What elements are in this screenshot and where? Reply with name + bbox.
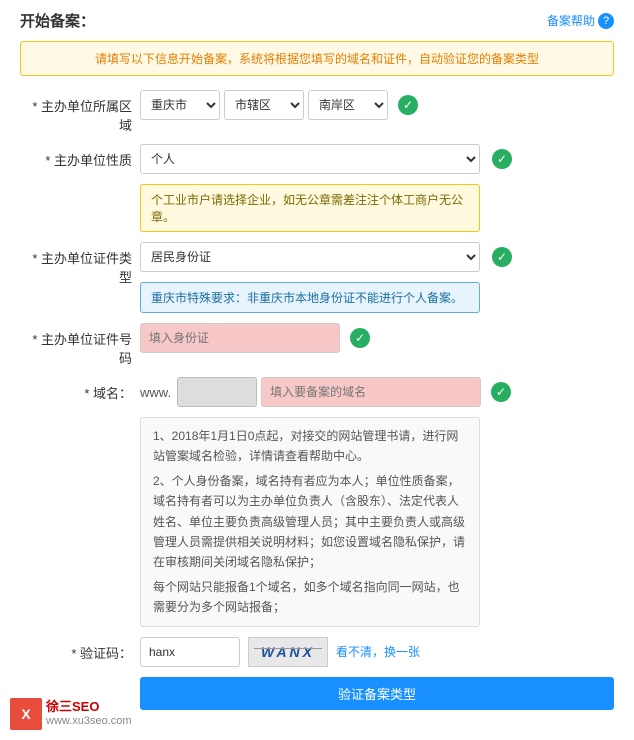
- warning-banner: 请填写以下信息开始备案，系统将根据您填写的域名和证件，自动验证您的备案类型: [20, 41, 614, 76]
- id-type-controls: 居民身份证 ✓ 重庆市特殊要求：非重庆市本地身份证不能进行个人备案。: [140, 242, 614, 313]
- region-check-icon: ✓: [398, 95, 418, 115]
- org-type-select[interactable]: 个人: [140, 144, 480, 174]
- id-number-controls: ✓: [140, 323, 614, 353]
- region-city-select[interactable]: 重庆市: [140, 90, 220, 120]
- page-title: 开始备案：: [20, 10, 95, 31]
- captcha-controls: WANX 看不清，换一张 验证备案类型: [140, 637, 614, 710]
- region-district-type-select[interactable]: 市辖区: [224, 90, 304, 120]
- domain-www-prefix: www.: [140, 385, 171, 400]
- captcha-input-row: WANX 看不清，换一张: [140, 637, 614, 667]
- org-type-controls: 个人 ✓ 个工业市户请选择企业，如无公章需差注注个体工商户无公章。: [140, 144, 614, 232]
- submit-button[interactable]: 验证备案类型: [140, 677, 614, 710]
- domain-row: * 域名： www. ✓ 1、2018年1月1日0点起，对接交的网站管理书请，进…: [20, 377, 614, 627]
- captcha-display: WANX: [261, 644, 315, 660]
- help-link-text: 备案帮助: [547, 12, 595, 29]
- brand-logo-x: X: [10, 698, 42, 730]
- domain-note-1: 1、2018年1月1日0点起，对接交的网站管理书请，进行网站管案域名检验，详情请…: [153, 426, 467, 467]
- org-type-row: * 主办单位性质 个人 ✓ 个工业市户请选择企业，如无公章需差注注个体工商户无公…: [20, 144, 614, 232]
- id-number-check-icon: ✓: [350, 328, 370, 348]
- question-icon: ?: [598, 13, 614, 29]
- captcha-refresh-link[interactable]: 看不清，换一张: [336, 643, 420, 660]
- region-district-select[interactable]: 南岸区: [308, 90, 388, 120]
- region-controls: 重庆市 市辖区 南岸区 ✓: [140, 90, 614, 120]
- page-header: 开始备案： 备案帮助 ?: [20, 10, 614, 31]
- domain-main-input[interactable]: [261, 377, 481, 407]
- brand-website: www.xu3seo.com: [46, 715, 132, 728]
- id-type-hint: 重庆市特殊要求：非重庆市本地身份证不能进行个人备案。: [140, 282, 480, 313]
- bottom-brand: X 徐三SEO www.xu3seo.com: [10, 698, 132, 730]
- id-type-check-icon: ✓: [492, 247, 512, 267]
- region-label: * 主办单位所属区域: [20, 90, 140, 134]
- brand-name: 徐三SEO: [46, 699, 132, 715]
- captcha-label: * 验证码：: [20, 637, 140, 662]
- id-type-label: * 主办单位证件类型: [20, 242, 140, 286]
- warning-text: 请填写以下信息开始备案，系统将根据您填写的域名和证件，自动验证您的备案类型: [95, 52, 539, 66]
- id-number-label: * 主办单位证件号码: [20, 323, 140, 367]
- id-number-input[interactable]: [140, 323, 340, 353]
- domain-notes: 1、2018年1月1日0点起，对接交的网站管理书请，进行网站管案域名检验，详情请…: [140, 417, 480, 627]
- region-row: * 主办单位所属区域 重庆市 市辖区 南岸区 ✓: [20, 90, 614, 134]
- id-type-row: * 主办单位证件类型 居民身份证 ✓ 重庆市特殊要求：非重庆市本地身份证不能进行…: [20, 242, 614, 313]
- domain-note-3: 每个网站只能报备1个域名，如多个域名指向同一网站，也需要分为多个网站报备；: [153, 577, 467, 618]
- domain-label: * 域名：: [20, 377, 140, 402]
- domain-check-icon: ✓: [491, 382, 511, 402]
- domain-subdomain-input[interactable]: [177, 377, 257, 407]
- domain-note-2: 2、个人身份备案，域名持有者应为本人；单位性质备案，域名持有者可以为主办单位负责…: [153, 471, 467, 573]
- captcha-image: WANX: [248, 637, 328, 667]
- registration-form: * 主办单位所属区域 重庆市 市辖区 南岸区 ✓ * 主办单位性质: [20, 90, 614, 710]
- domain-controls: www. ✓ 1、2018年1月1日0点起，对接交的网站管理书请，进行网站管案域…: [140, 377, 614, 627]
- help-link[interactable]: 备案帮助 ?: [547, 12, 614, 29]
- id-number-row: * 主办单位证件号码 ✓: [20, 323, 614, 367]
- org-type-hint: 个工业市户请选择企业，如无公章需差注注个体工商户无公章。: [140, 184, 480, 232]
- org-type-check-icon: ✓: [492, 149, 512, 169]
- org-type-label: * 主办单位性质: [20, 144, 140, 169]
- id-type-select[interactable]: 居民身份证: [140, 242, 480, 272]
- captcha-input[interactable]: [140, 637, 240, 667]
